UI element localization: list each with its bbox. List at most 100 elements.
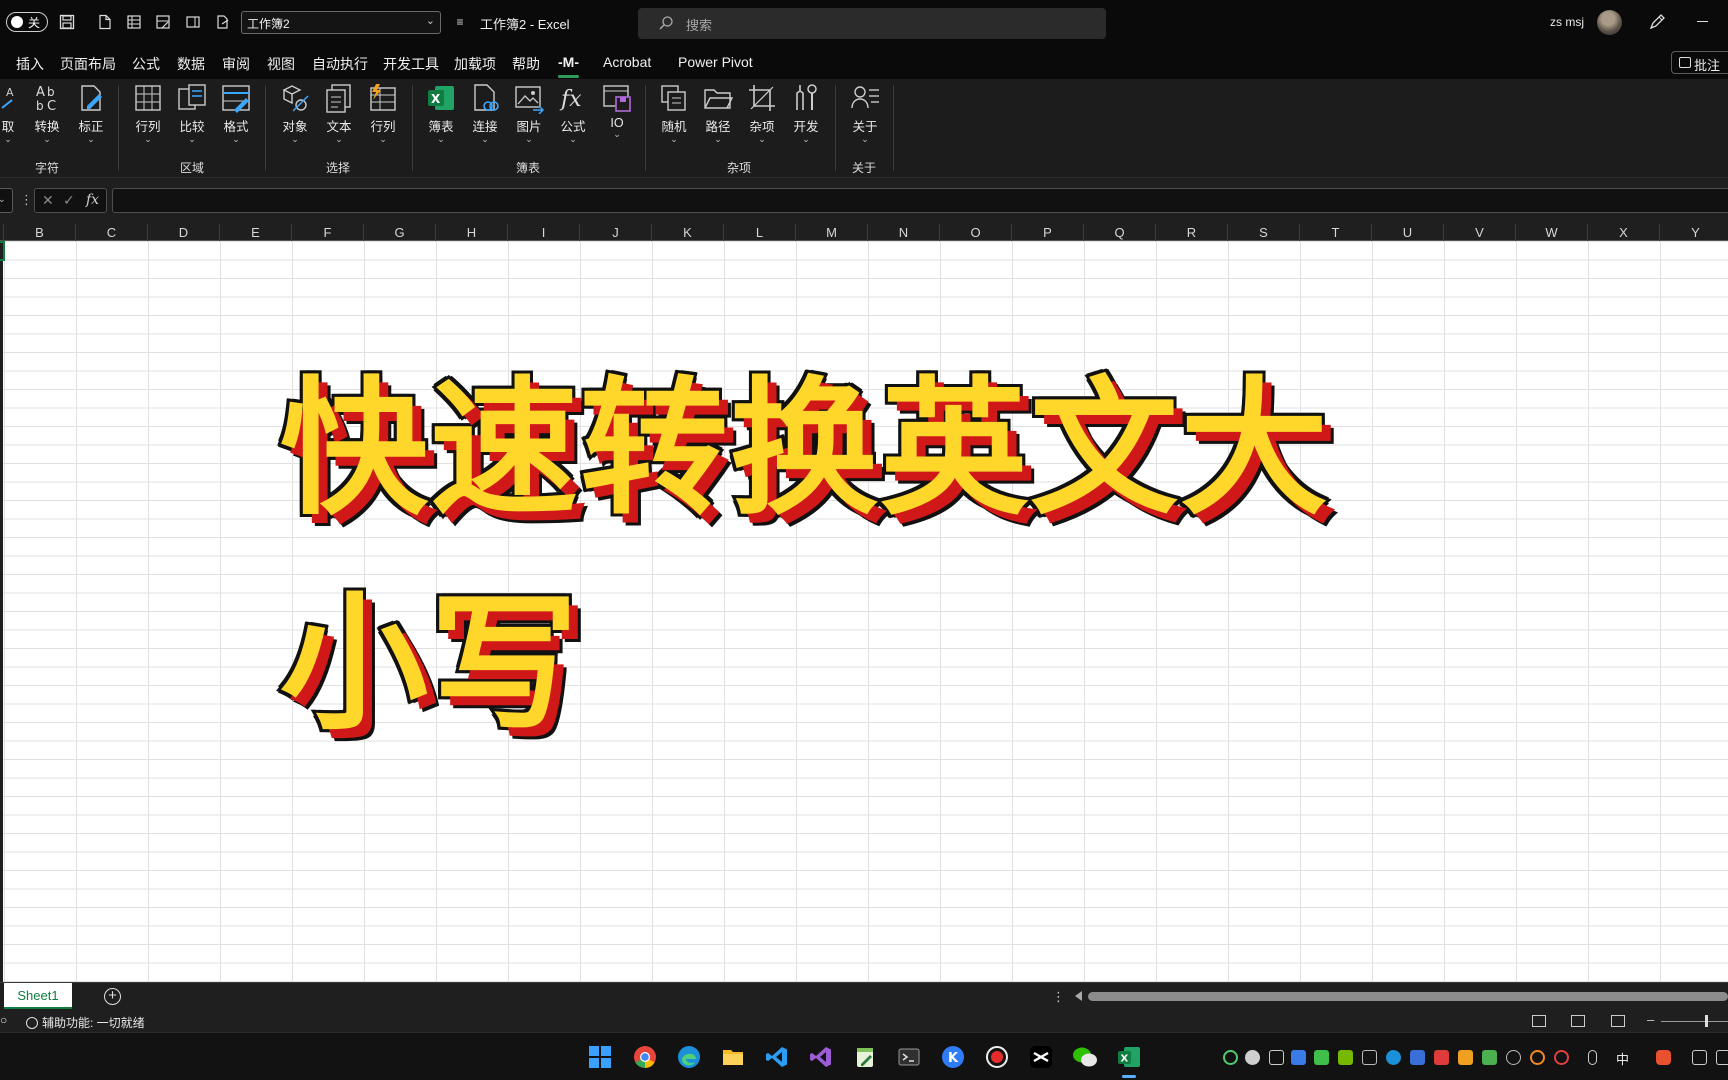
pen-icon[interactable] [1648,13,1666,31]
search-box[interactable]: 搜索 [638,8,1106,39]
tray-bluetooth-icon[interactable] [1291,1050,1306,1065]
column-header[interactable]: J [580,224,652,241]
column-header[interactable]: X [1588,224,1660,241]
tray-check-icon[interactable] [1410,1050,1425,1065]
page-break-view-icon[interactable] [1611,1015,1625,1027]
notepad-icon[interactable] [849,1041,881,1073]
tray-security-icon[interactable] [1434,1050,1449,1065]
active-cell[interactable] [0,241,5,261]
cancel-icon[interactable]: ✕ [42,192,54,209]
ribbon-button-format[interactable]: 格式 ⌄ [214,82,258,150]
tray-edge-icon[interactable] [1386,1050,1401,1065]
excel-taskbar-icon[interactable]: X [1113,1041,1145,1078]
column-header[interactable]: C [76,224,148,241]
volume-icon[interactable] [1716,1050,1728,1065]
tab-help[interactable]: 帮助 [512,54,540,74]
vscode-icon[interactable] [761,1041,793,1073]
capcut-icon[interactable] [1025,1041,1057,1073]
page-layout-view-icon[interactable] [1571,1015,1585,1027]
ribbon-button-normalize[interactable]: 标正 ⌄ [69,82,113,150]
tab-m[interactable]: -M- [558,54,579,78]
comments-button[interactable]: 批注 [1671,51,1728,74]
windows-start-icon[interactable] [584,1041,616,1073]
tray-input-method-icon[interactable] [1656,1050,1671,1065]
ribbon-button-object[interactable]: 对象 ⌄ [273,82,317,150]
avatar[interactable] [1597,10,1622,35]
more-options-icon[interactable]: ⋮ [1052,989,1065,1005]
tray-search-icon[interactable] [1530,1050,1545,1065]
ribbon-button-rows-cols[interactable]: 行列 ⌄ [126,82,170,150]
ribbon-button-about[interactable]: 关于 ⌄ [843,82,887,150]
save-icon[interactable] [58,13,76,31]
column-header[interactable]: H [436,224,508,241]
horizontal-scrollbar[interactable] [1088,992,1728,1001]
column-header[interactable]: N [868,224,940,241]
column-header[interactable]: V [1444,224,1516,241]
ribbon-button-random[interactable]: 随机 ⌄ [652,82,696,150]
column-header[interactable]: G [364,224,436,241]
ribbon-button-compare[interactable]: 比较 ⌄ [170,82,214,150]
tab-review[interactable]: 审阅 [222,54,250,74]
tab-addins[interactable]: 加载项 [454,54,496,74]
tab-developer[interactable]: 开发工具 [383,54,439,74]
tray-nvidia-icon[interactable] [1338,1050,1353,1065]
file-explorer-icon[interactable] [717,1041,749,1073]
column-header[interactable]: D [148,224,220,241]
new-file-icon[interactable] [96,13,114,31]
customize-qat-icon[interactable]: ≡ [451,13,469,31]
table-icon[interactable] [125,13,143,31]
ribbon-button-convert[interactable]: AbbC 转换 ⌄ [25,82,69,150]
ribbon-button-develop[interactable]: 开发 ⌄ [784,82,828,150]
column-header[interactable]: W [1516,224,1588,241]
column-header[interactable]: S [1228,224,1300,241]
column-header[interactable]: M [796,224,868,241]
autosave-toggle[interactable]: 关 [6,12,48,32]
tray-sync-icon[interactable] [1554,1050,1569,1065]
screen-recorder-icon[interactable] [981,1041,1013,1073]
tab-formulas[interactable]: 公式 [132,54,160,74]
tray-app-icon[interactable] [1314,1050,1329,1065]
wechat-icon[interactable] [1069,1041,1101,1073]
column-header[interactable]: I [508,224,580,241]
check-icon[interactable]: ✓ [63,192,75,209]
tab-view[interactable]: 视图 [267,54,295,74]
column-header[interactable]: U [1372,224,1444,241]
tab-automate[interactable]: 自动执行 [312,54,368,74]
ribbon-button-text[interactable]: 文本 ⌄ [317,82,361,150]
formula-input[interactable] [112,188,1728,213]
ime-indicator[interactable]: 中 [1616,1049,1629,1068]
more-options-icon[interactable]: ⋮ [20,192,33,208]
ribbon-button-picture[interactable]: 图片 ⌄ [507,82,551,150]
normal-view-icon[interactable] [1532,1015,1546,1027]
column-header[interactable]: B [4,224,76,241]
ribbon-button-misc[interactable]: 杂项 ⌄ [740,82,784,150]
tab-data[interactable]: 数据 [177,54,205,74]
workbook-select[interactable]: 工作簿2 ⌄ [241,11,441,34]
sheet-tab-sheet1[interactable]: Sheet1 [4,983,72,1009]
k-app-icon[interactable]: K [937,1041,969,1073]
ribbon-button-io[interactable]: IO ⌄ [595,82,639,150]
column-header[interactable]: O [940,224,1012,241]
zoom-slider[interactable] [1661,1021,1728,1022]
scroll-left-icon[interactable] [1075,991,1082,1001]
tab-acrobat[interactable]: Acrobat [603,54,651,70]
ribbon-button-workbook[interactable]: X 簿表 ⌄ [419,82,463,150]
tray-wechat-icon[interactable] [1245,1050,1260,1065]
tray-status-icon[interactable] [1223,1050,1238,1065]
user-name[interactable]: zs msj [1550,15,1584,29]
minimize-button[interactable] [1697,21,1708,22]
column-header[interactable]: L [724,224,796,241]
export-icon[interactable] [214,13,232,31]
insert-function-button[interactable]: fx [86,192,99,208]
tab-insert[interactable]: 插入 [16,54,44,74]
network-icon[interactable] [1692,1050,1707,1065]
ribbon-button-path[interactable]: 路径 ⌄ [696,82,740,150]
terminal-icon[interactable] [893,1041,925,1073]
tray-cloud-icon[interactable] [1362,1050,1377,1065]
ribbon-button-formula[interactable]: fx 公式 ⌄ [551,82,595,150]
zoom-slider-thumb[interactable] [1705,1015,1708,1027]
accessibility-status[interactable]: 辅助功能: 一切就绪 [26,1014,145,1031]
microphone-icon[interactable] [1588,1050,1597,1065]
ribbon-button-select-rows[interactable]: 行列 ⌄ [361,82,405,150]
ribbon-button-connect[interactable]: 连接 ⌄ [463,82,507,150]
